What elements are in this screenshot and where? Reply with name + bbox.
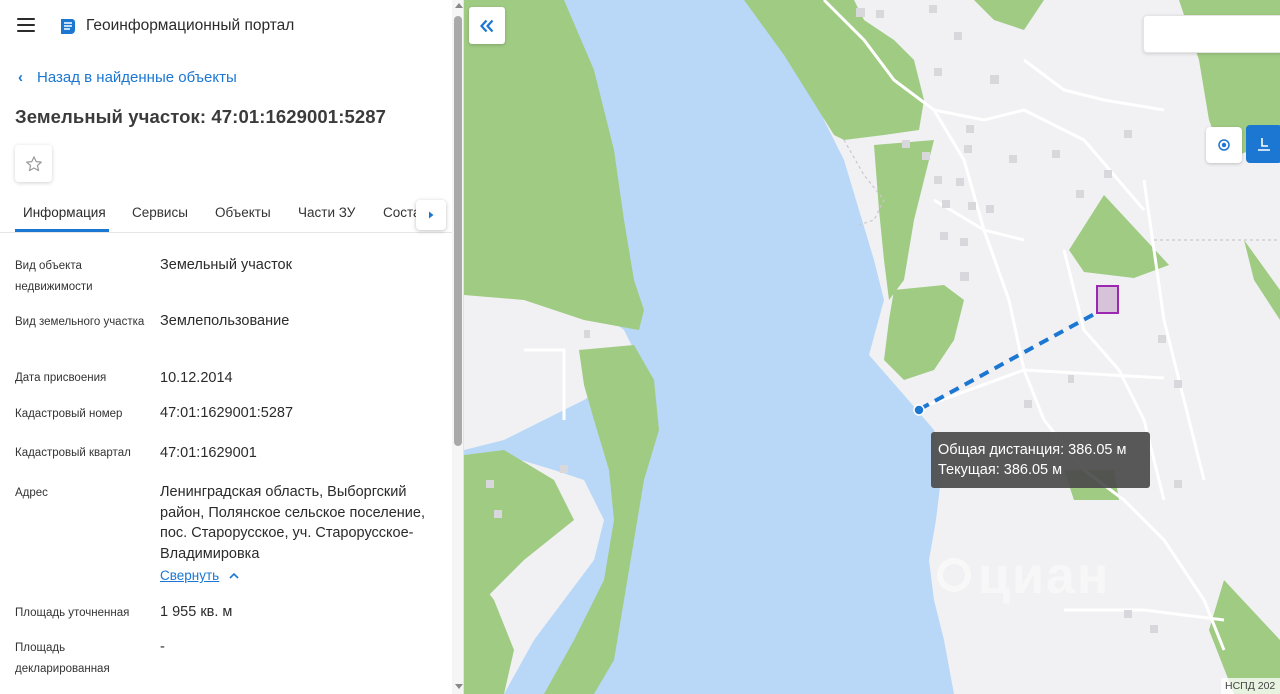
map-search-field[interactable] (1143, 15, 1280, 53)
prop-label: Кадастровый номер (15, 408, 123, 420)
prop-value: 47:01:1629001:5287 (160, 405, 294, 421)
watermark-logo: циан (934, 545, 1154, 618)
collapse-panel-button[interactable] (469, 7, 505, 44)
map-canvas[interactable] (464, 0, 1280, 694)
top-bar: Геоинформационный портал (0, 0, 463, 52)
prop-label: Вид земельного участка (15, 316, 145, 328)
current-distance-text: Текущая: 386.05 м (938, 462, 1063, 478)
scroll-up-arrow-icon[interactable] (455, 3, 463, 8)
address-value: Ленинградская область, Выборгский район,… (160, 484, 425, 562)
back-to-results-link[interactable]: ‹ Назад в найденные объекты (18, 69, 237, 86)
tabs-scroll-right-button[interactable] (416, 200, 446, 230)
tab-bar: Информация Сервисы Объекты Части ЗУ Сост… (0, 195, 452, 233)
collapse-label: Свернуть (160, 568, 220, 583)
scroll-down-arrow-icon[interactable] (455, 684, 463, 689)
favorite-button[interactable] (15, 145, 52, 182)
map-view[interactable]: циан Общая дистанция: 386.05 м Текущая: … (464, 0, 1280, 694)
selected-parcel[interactable] (1096, 285, 1119, 314)
measurement-start-point[interactable] (913, 404, 925, 416)
ruler-icon (1258, 138, 1270, 151)
back-link-label: Назад в найденные объекты (37, 69, 237, 86)
prop-label: Дата присвоения (15, 372, 107, 384)
prop-value: 47:01:1629001 (160, 445, 257, 461)
prop-label: Адрес (15, 487, 48, 499)
tab-information[interactable]: Информация (23, 205, 106, 220)
prop-value: - (160, 639, 165, 655)
star-icon (25, 155, 42, 171)
prop-label: Кадастровый квартал (15, 447, 131, 459)
info-panel: Геоинформационный портал ‹ Назад в найде… (0, 0, 464, 694)
active-tab-indicator (15, 229, 109, 232)
prop-label: Площадь декларированная (15, 642, 110, 675)
chevron-left-icon: ‹ (18, 69, 23, 86)
portal-logo-icon (61, 19, 75, 34)
double-chevron-left-icon (480, 19, 494, 32)
chevron-up-icon (229, 572, 239, 579)
target-icon (1218, 139, 1230, 151)
tab-parcel-parts[interactable]: Части ЗУ (298, 205, 355, 220)
tab-objects[interactable]: Объекты (215, 205, 271, 220)
distance-tooltip: Общая дистанция: 386.05 м Текущая: 386.0… (931, 432, 1150, 488)
tab-composition[interactable]: Соста (383, 205, 421, 220)
svg-text:циан: циан (978, 547, 1110, 605)
page-title: Земельный участок: 47:01:1629001:5287 (15, 106, 387, 127)
prop-value: 1 955 кв. м (160, 604, 233, 620)
menu-icon[interactable] (17, 18, 35, 32)
scroll-thumb[interactable] (454, 16, 462, 446)
measure-tool-button[interactable] (1246, 125, 1280, 163)
map-attribution: НСПД 202 (1221, 678, 1280, 694)
prop-value: 10.12.2014 (160, 370, 233, 386)
tab-services[interactable]: Сервисы (132, 205, 188, 220)
locate-button[interactable] (1206, 127, 1242, 163)
panel-scrollbar[interactable] (452, 0, 463, 694)
total-distance-text: Общая дистанция: 386.05 м (938, 442, 1127, 458)
prop-label: Площадь уточненная (15, 607, 130, 619)
collapse-address-link[interactable]: Свернуть (160, 568, 239, 583)
caret-right-icon (429, 211, 434, 219)
portal-title: Геоинформационный портал (86, 17, 295, 34)
prop-label: Вид объекта недвижимости (15, 260, 93, 293)
prop-value: Землепользование (160, 313, 290, 329)
prop-value: Земельный участок (160, 257, 292, 273)
